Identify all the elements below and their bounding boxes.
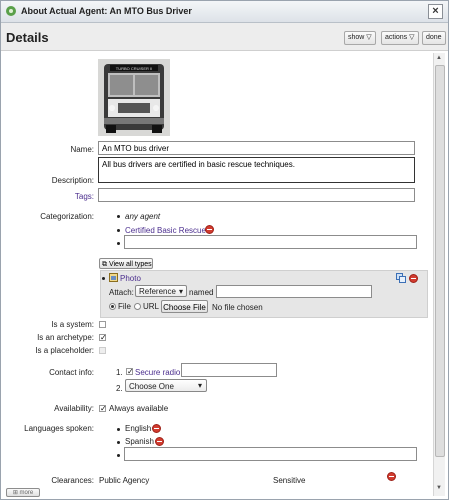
view-all-types-button[interactable]: ⧉ View all types [99, 258, 153, 269]
contact-type-select[interactable]: Choose One ▾ [125, 379, 207, 392]
name-label: Name: [70, 145, 94, 154]
remove-icon[interactable] [387, 472, 396, 481]
categorization-label: Categorization: [40, 212, 94, 221]
is-placeholder-checkbox[interactable] [99, 347, 106, 354]
always-available-label: Always available [109, 404, 169, 413]
url-label: URL [143, 302, 160, 311]
url-radio[interactable] [134, 303, 141, 310]
chevron-down-icon: ▾ [179, 287, 184, 296]
language-spanish: Spanish [125, 437, 154, 446]
is-archetype-label: Is an archetype: [37, 333, 94, 342]
name-input[interactable]: An MTO bus driver [98, 141, 415, 155]
remove-icon[interactable] [409, 274, 418, 283]
details-content: TURBO CRUISER II Name: An MTO bus driver… [0, 0, 449, 500]
languages-label: Languages spoken: [24, 424, 94, 433]
always-available-checkbox[interactable]: ✓ [99, 405, 107, 413]
secure-radio-checkbox[interactable]: ✓ [126, 368, 134, 376]
is-system-label: Is a system: [51, 320, 94, 329]
contact-number-1: 1. [116, 368, 123, 377]
category-certified-link[interactable]: Certified Basic Rescue [125, 226, 206, 235]
language-english: English [125, 424, 152, 433]
is-placeholder-label: Is a placeholder: [35, 346, 94, 355]
description-label: Description: [51, 176, 94, 185]
contact-value-input[interactable] [181, 363, 277, 377]
bus-photo: TURBO CRUISER II [98, 59, 170, 136]
clearances-label: Clearances: [51, 476, 94, 485]
attach-select[interactable]: Reference ▾ [135, 285, 187, 297]
list-bullet [102, 277, 105, 280]
named-label: named [189, 288, 214, 297]
choose-file-button[interactable]: Choose File [161, 300, 208, 313]
list-bullet [117, 215, 120, 218]
is-system-checkbox[interactable] [99, 321, 106, 328]
chevron-down-icon: ▾ [198, 381, 203, 390]
category-any-agent: any agent [125, 212, 161, 221]
list-bullet [117, 242, 120, 245]
tags-link[interactable]: Tags: [60, 192, 94, 201]
remove-icon[interactable] [155, 437, 164, 446]
photo-icon [109, 273, 118, 282]
secure-radio-link[interactable]: Secure radio [135, 368, 180, 377]
list-bullet [117, 441, 120, 444]
attach-label: Attach: [109, 288, 134, 297]
category-input[interactable] [124, 235, 417, 249]
file-radio[interactable] [109, 303, 116, 310]
clearance-agency: Public Agency [99, 476, 150, 485]
clearance-level: Sensitive [273, 476, 306, 485]
remove-icon[interactable] [152, 424, 161, 433]
file-label: File [118, 302, 131, 311]
attachment-name-input[interactable] [216, 285, 372, 298]
contact-info-label: Contact info: [49, 368, 94, 377]
remove-icon[interactable] [205, 225, 214, 234]
photo-link[interactable]: Photo [120, 274, 141, 283]
no-file-text: No file chosen [212, 303, 263, 312]
contact-number-2: 2. [116, 384, 123, 393]
description-textarea[interactable]: All bus drivers are certified in basic r… [98, 157, 415, 183]
more-button[interactable]: ⊞ more [6, 488, 40, 497]
list-bullet [117, 454, 120, 457]
list-bullet [117, 229, 120, 232]
language-input[interactable] [124, 447, 417, 461]
svg-text:TURBO CRUISER II: TURBO CRUISER II [116, 66, 152, 71]
tags-input[interactable] [98, 188, 415, 202]
is-archetype-checkbox[interactable]: ✓ [99, 334, 107, 342]
list-bullet [117, 428, 120, 431]
copy-icon[interactable] [396, 273, 406, 283]
availability-label: Availability: [54, 404, 94, 413]
